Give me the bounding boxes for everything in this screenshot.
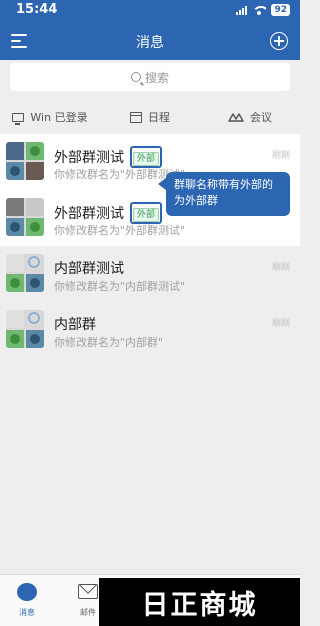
external-badge: 外部 (133, 208, 160, 222)
search-bar[interactable]: 搜索 (10, 63, 290, 91)
wifi-icon (252, 5, 267, 15)
chat-time: 刚刚 (271, 319, 290, 329)
signal-icon (236, 5, 248, 15)
chat-time: 刚刚 (271, 151, 290, 161)
chat-preview: 你修改群名为"内部群测试" (54, 280, 186, 293)
chat-name: 内部群测试 (54, 261, 124, 277)
app-header: 消息 (0, 22, 300, 60)
chat-preview: 你修改群名为"外部群测试" (54, 224, 186, 237)
chat-row[interactable]: 内部群测试 你修改群名为"内部群测试" 刚刚 (0, 246, 300, 302)
chat-name: 内部群 (54, 317, 96, 333)
add-icon[interactable] (270, 32, 288, 50)
chat-time: 刚刚 (271, 263, 290, 273)
shortcut-schedule[interactable]: 日程 (100, 100, 200, 134)
annotation-callout: 群聊名称带有外部的为外部群 (158, 172, 290, 216)
calendar-icon (130, 111, 142, 123)
monitor-icon (12, 112, 25, 125)
shortcut-label: Win 已登录 (30, 111, 88, 124)
shortcut-label: 日程 (148, 111, 170, 124)
meeting-icon (228, 113, 244, 122)
page-title: 消息 (136, 35, 164, 51)
shortcut-bar: Win 已登录 日程 会议 (0, 100, 300, 134)
tab-messages[interactable]: 消息 (2, 581, 52, 618)
chat-name: 外部群测试 外部 (54, 202, 163, 224)
group-avatar (6, 142, 44, 180)
chat-preview: 你修改群名为"内部群" (54, 336, 164, 349)
group-avatar (6, 198, 44, 236)
group-avatar (6, 254, 44, 292)
battery-icon: 92 (271, 4, 290, 16)
badge-highlight: 外部 (130, 146, 163, 168)
search-icon (130, 72, 141, 82)
mail-icon (78, 584, 98, 599)
group-avatar (6, 310, 44, 348)
chat-bubble-icon (17, 583, 37, 601)
status-icons: 92 (236, 4, 290, 16)
chat-name: 外部群测试 外部 (54, 146, 163, 168)
status-time: 15:44 (16, 2, 58, 17)
badge-highlight: 外部 (130, 202, 163, 224)
shortcut-win-login[interactable]: Win 已登录 (0, 100, 100, 134)
watermark-logo: 日正商城 (99, 578, 300, 626)
tab-label: 消息 (19, 608, 35, 617)
shortcut-label: 会议 (250, 111, 272, 124)
external-badge: 外部 (133, 152, 160, 166)
status-bar: 15:44 92 (0, 0, 300, 22)
chat-list: 外部群测试 外部 你修改群名为"外部群测试" 刚刚 外部群测试 外部 你修改群名… (0, 134, 300, 358)
chat-row[interactable]: 内部群 你修改群名为"内部群" 刚刚 (0, 302, 300, 358)
watermark-text: 日正商城 (141, 589, 258, 621)
shortcut-meeting[interactable]: 会议 (200, 100, 300, 134)
search-placeholder: 搜索 (144, 70, 169, 85)
